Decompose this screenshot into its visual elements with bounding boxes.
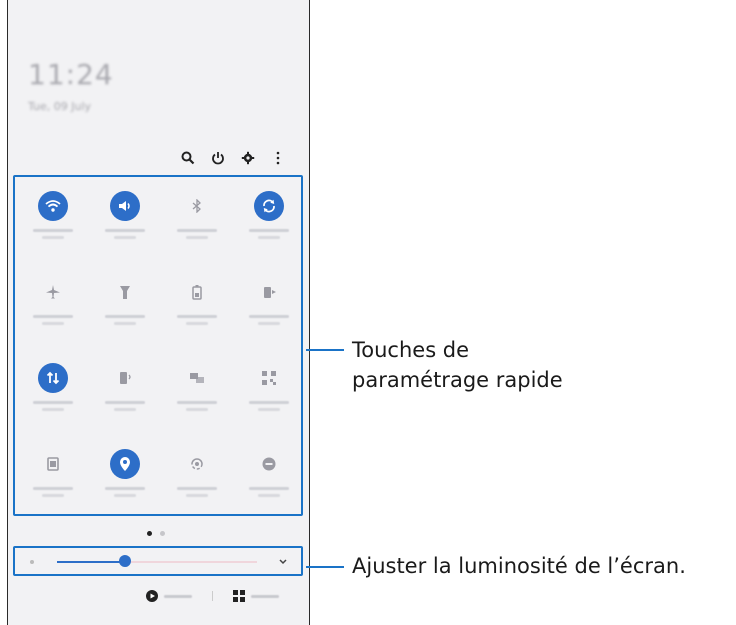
devices-grid-icon[interactable]: [233, 590, 245, 602]
tile-sublabel: [42, 236, 64, 239]
tile-sublabel: [186, 494, 208, 497]
tile-label: [177, 315, 217, 318]
tile-label: [177, 229, 217, 232]
brightness-bar: [13, 546, 303, 576]
brightness-thumb[interactable]: [119, 555, 131, 567]
tile-sublabel: [186, 236, 208, 239]
link-icon: [182, 363, 212, 393]
bluetooth-icon: [182, 191, 212, 221]
media-label[interactable]: [164, 594, 192, 598]
tile-label: [33, 315, 73, 318]
brightness-slider[interactable]: [57, 561, 257, 563]
quick-setting-flashlight[interactable]: [89, 277, 161, 325]
quick-settings-callout-line2: paramétrage rapide: [352, 368, 563, 392]
tile-label: [177, 401, 217, 404]
tile-sublabel: [42, 494, 64, 497]
quick-panel-toolbar: [173, 148, 293, 168]
quick-setting-wireless-powershare[interactable]: [233, 277, 305, 325]
tile-sublabel: [42, 322, 64, 325]
media-play-icon[interactable]: [146, 590, 158, 602]
brightness-callout: Ajuster la luminosité de l’écran.: [352, 554, 686, 578]
folder-icon: [38, 449, 68, 479]
phone-screen: 11:24 Tue, 09 July: [7, 0, 310, 625]
tile-label: [33, 229, 73, 232]
wifi-icon: [38, 191, 68, 221]
quick-setting-link-to-windows[interactable]: [161, 363, 233, 411]
quick-setting-sound[interactable]: [89, 191, 161, 239]
rotate-icon: [254, 191, 284, 221]
tile-sublabel: [258, 494, 280, 497]
quick-setting-bluetooth[interactable]: [161, 191, 233, 239]
tile-label: [105, 487, 145, 490]
powershare-icon: [254, 277, 284, 307]
quick-setting-mobile-data[interactable]: [17, 363, 89, 411]
airplane-icon: [38, 277, 68, 307]
tile-sublabel: [258, 322, 280, 325]
sound-icon: [110, 191, 140, 221]
tile-sublabel: [186, 322, 208, 325]
quick-setting-power-saving[interactable]: [161, 277, 233, 325]
tile-sublabel: [114, 322, 136, 325]
smartview-icon: [182, 449, 212, 479]
quick-settings-callout-line: [306, 349, 344, 351]
quick-setting-do-not-disturb[interactable]: [233, 449, 305, 497]
tile-sublabel: [114, 408, 136, 411]
media-devices-bar: [146, 590, 279, 602]
page-dot[interactable]: [160, 531, 165, 536]
tile-label: [33, 487, 73, 490]
tile-label: [249, 487, 289, 490]
tile-sublabel: [258, 236, 280, 239]
dnd-icon: [254, 449, 284, 479]
lock-date: Tue, 09 July: [28, 100, 92, 113]
location-icon: [110, 449, 140, 479]
brightness-fill: [57, 561, 125, 563]
power-icon[interactable]: [203, 148, 233, 168]
qr-icon: [254, 363, 284, 393]
quick-setting-wifi[interactable]: [17, 191, 89, 239]
quick-setting-smart-view[interactable]: [161, 449, 233, 497]
quick-setting-mobile-hotspot[interactable]: [89, 363, 161, 411]
tile-sublabel: [114, 494, 136, 497]
tile-label: [105, 401, 145, 404]
battery-icon: [182, 277, 212, 307]
page-indicator: [147, 531, 165, 536]
chevron-down-icon[interactable]: [278, 558, 288, 566]
tile-sublabel: [114, 236, 136, 239]
divider: [212, 591, 213, 601]
tile-sublabel: [42, 408, 64, 411]
tile-label: [177, 487, 217, 490]
tile-sublabel: [186, 408, 208, 411]
brightness-callout-line: [306, 566, 344, 568]
tile-label: [249, 401, 289, 404]
gear-icon[interactable]: [233, 148, 263, 168]
flashlight-icon: [110, 277, 140, 307]
tile-label: [105, 315, 145, 318]
tile-label: [105, 229, 145, 232]
quick-setting-scan-qr[interactable]: [233, 363, 305, 411]
devices-label[interactable]: [251, 594, 279, 598]
quick-settings-callout: Touches de paramétrage rapide: [352, 335, 563, 395]
quick-settings-callout-line1: Touches de: [352, 338, 470, 362]
search-icon[interactable]: [173, 148, 203, 168]
lock-clock: 11:24: [28, 58, 114, 91]
more-icon[interactable]: [263, 148, 293, 168]
quick-setting-secure-folder[interactable]: [17, 449, 89, 497]
quick-settings-panel: [13, 175, 303, 516]
quick-setting-airplane[interactable]: [17, 277, 89, 325]
page-dot-active[interactable]: [147, 531, 152, 536]
quick-setting-auto-rotate[interactable]: [233, 191, 305, 239]
tile-label: [33, 401, 73, 404]
tile-label: [249, 229, 289, 232]
quick-setting-location[interactable]: [89, 449, 161, 497]
sun-icon: [30, 560, 34, 564]
hotspot-icon: [110, 363, 140, 393]
data-icon: [38, 363, 68, 393]
tile-sublabel: [258, 408, 280, 411]
tile-label: [249, 315, 289, 318]
